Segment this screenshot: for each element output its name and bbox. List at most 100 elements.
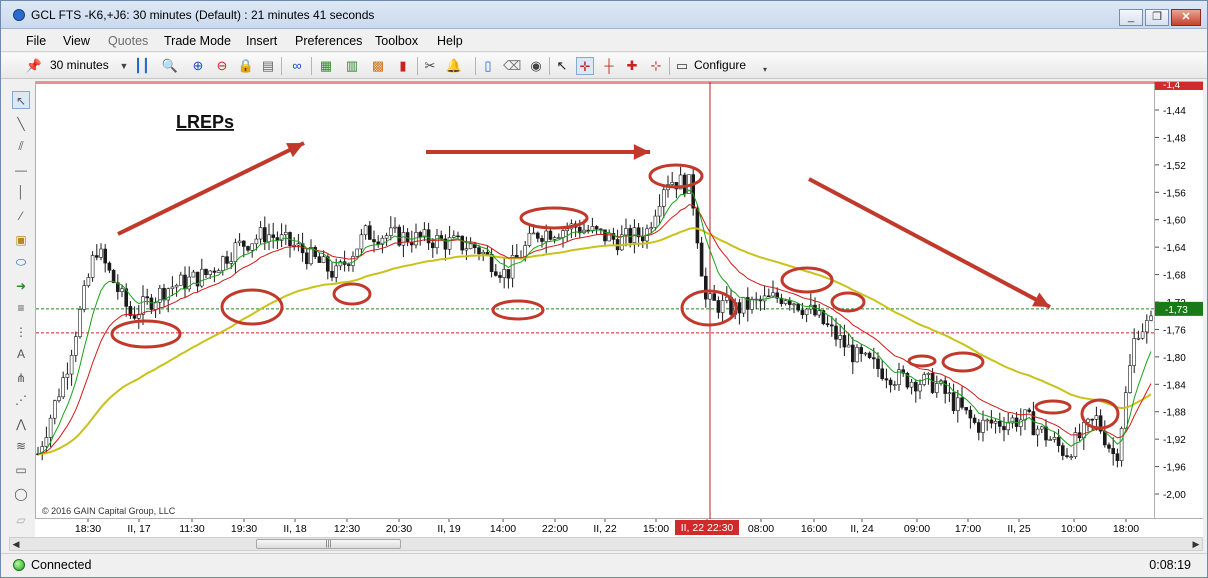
- price-label: -1,84: [1163, 380, 1186, 391]
- candle-body: [817, 310, 822, 316]
- candle-body: [989, 419, 994, 424]
- arrow-tool-icon[interactable]: ➜: [12, 277, 30, 295]
- circle-tool-icon[interactable]: ◯: [12, 485, 30, 503]
- menu-bar: File View Quotes Trade Mode Insert Prefe…: [1, 30, 1207, 52]
- crosshair-icon[interactable]: ✛: [576, 57, 594, 75]
- bars-icon[interactable]: ▮: [394, 57, 412, 75]
- candle-body: [829, 324, 834, 327]
- hline-tool-icon[interactable]: —: [12, 161, 30, 179]
- time-label: II, 17: [127, 523, 151, 535]
- candle-body: [771, 292, 775, 297]
- ellipse-tool-icon[interactable]: ⬭: [12, 253, 30, 271]
- studies-icon[interactable]: ▥: [343, 57, 361, 75]
- menu-view[interactable]: View: [63, 34, 90, 48]
- candle-body: [363, 225, 368, 236]
- cycle-tool-icon[interactable]: ≋: [12, 437, 30, 455]
- menu-file[interactable]: File: [26, 34, 46, 48]
- window-title: GCL FTS -K6,+J6: 30 minutes (Default) : …: [31, 8, 375, 22]
- rectangle-tool-icon[interactable]: ▭: [12, 461, 30, 479]
- candle-body: [1006, 422, 1011, 431]
- price-label: -1,80: [1163, 353, 1186, 364]
- clipboard-icon[interactable]: ▤: [259, 57, 277, 75]
- candle-body: [846, 344, 851, 348]
- candle-body: [426, 229, 431, 244]
- vline-tool-icon[interactable]: │: [12, 183, 30, 201]
- zoom-in-icon[interactable]: ⊕: [189, 57, 207, 75]
- scroll-right-icon[interactable]: ▶: [1190, 538, 1202, 550]
- close-button[interactable]: ✕: [1171, 9, 1201, 26]
- candle-body: [880, 368, 885, 379]
- chart-canvas[interactable]: © 2016 GAIN Capital Group, LLC LREPs: [36, 82, 1156, 520]
- candle-body: [153, 301, 158, 310]
- scissors-icon[interactable]: ✂: [421, 57, 439, 75]
- price-chart[interactable]: © 2016 GAIN Capital Group, LLC LREPs: [35, 81, 1156, 520]
- crosshair-bold-icon[interactable]: ✚: [623, 57, 641, 75]
- candle-body: [653, 215, 658, 228]
- phone-icon[interactable]: ▯: [479, 57, 497, 75]
- pitchfork-tool-icon[interactable]: ⋔: [12, 369, 30, 387]
- zoom-out-icon[interactable]: ⊖: [213, 57, 231, 75]
- candle-body: [309, 247, 313, 265]
- menu-help[interactable]: Help: [437, 34, 463, 48]
- timeframe-select[interactable]: 30 minutes: [50, 58, 109, 72]
- title-bar[interactable]: GCL FTS -K6,+J6: 30 minutes (Default) : …: [1, 1, 1207, 29]
- crosshair-arrow-icon[interactable]: ⊹: [647, 57, 665, 75]
- zoom-icon[interactable]: 🔍: [161, 57, 179, 75]
- chevron-down-icon[interactable]: ▼: [115, 57, 133, 75]
- eraser-tool-icon[interactable]: ▱: [12, 511, 30, 529]
- candle-body: [435, 235, 439, 249]
- time-label: 09:00: [904, 523, 930, 535]
- minimize-button[interactable]: _: [1119, 9, 1143, 26]
- window-controls: _ ❐ ✕: [1119, 9, 1201, 26]
- erase-icon[interactable]: ⌫: [503, 57, 521, 75]
- select-tool-icon[interactable]: ↖: [12, 91, 30, 109]
- colors-icon[interactable]: ▩: [369, 57, 387, 75]
- menu-trade-mode[interactable]: Trade Mode: [164, 34, 231, 48]
- scroll-thumb[interactable]: |||: [256, 539, 401, 549]
- time-label: II, 22: [593, 523, 617, 535]
- gann-tool-icon[interactable]: ⋰: [12, 391, 30, 409]
- fib-tool-icon[interactable]: ≡: [12, 299, 30, 317]
- fan-tool-icon[interactable]: ⋀: [12, 415, 30, 433]
- menu-quotes[interactable]: Quotes: [108, 34, 148, 48]
- toolbar-separator: [669, 57, 670, 75]
- annotation-ellipse: [491, 299, 545, 321]
- candle-body: [372, 239, 376, 243]
- candle-body: [250, 243, 254, 251]
- candle-body: [884, 378, 889, 381]
- ray-tool-icon[interactable]: ⁄: [12, 207, 30, 225]
- pointer-icon[interactable]: ↖: [553, 57, 571, 75]
- line-tool-icon[interactable]: ╲: [12, 115, 30, 133]
- candle-body: [624, 228, 628, 236]
- chart-scrollbar[interactable]: ◀ ||| ▶: [9, 537, 1203, 551]
- chart-type-icon[interactable]: ┃┃: [133, 57, 151, 75]
- configure-button[interactable]: Configure: [694, 58, 746, 72]
- candle-body: [863, 352, 868, 355]
- configure-icon[interactable]: ▭: [673, 57, 691, 75]
- candle-body: [876, 358, 880, 370]
- scroll-left-icon[interactable]: ◀: [10, 538, 22, 550]
- menu-toolbox[interactable]: Toolbox: [375, 34, 418, 48]
- menu-preferences[interactable]: Preferences: [295, 34, 362, 48]
- channel-tool-icon[interactable]: ⫽: [12, 137, 30, 155]
- candle-body: [1002, 426, 1006, 431]
- price-axis[interactable]: -1,44-1,48-1,52-1,56-1,60-1,64-1,68-1,72…: [1155, 78, 1203, 519]
- indicator-icon[interactable]: ▦: [317, 57, 335, 75]
- pin-icon[interactable]: 📌: [25, 57, 43, 75]
- alert-bell-icon[interactable]: 🔔: [445, 57, 463, 75]
- restore-button[interactable]: ❐: [1145, 9, 1169, 26]
- price-label: -1,96: [1163, 463, 1186, 474]
- candle-body: [934, 383, 939, 393]
- eye-icon[interactable]: ◉: [527, 57, 545, 75]
- crosshair-thin-icon[interactable]: ┼: [600, 57, 618, 75]
- candle-body: [334, 265, 339, 278]
- fib-ext-tool-icon[interactable]: ⋮: [12, 323, 30, 341]
- overflow-chevron-icon[interactable]: ▾: [756, 61, 774, 79]
- lock-icon[interactable]: 🔒: [237, 57, 255, 75]
- text-tool-icon[interactable]: A: [12, 345, 30, 363]
- candle-body: [1048, 439, 1053, 441]
- link-icon[interactable]: ∞: [288, 57, 306, 75]
- time-axis[interactable]: 18:30 II, 17 11:30 19:30 II, 18 12:30 20:30 II,…: [35, 519, 1203, 537]
- note-tool-icon[interactable]: ▣: [12, 231, 30, 249]
- menu-insert[interactable]: Insert: [246, 34, 277, 48]
